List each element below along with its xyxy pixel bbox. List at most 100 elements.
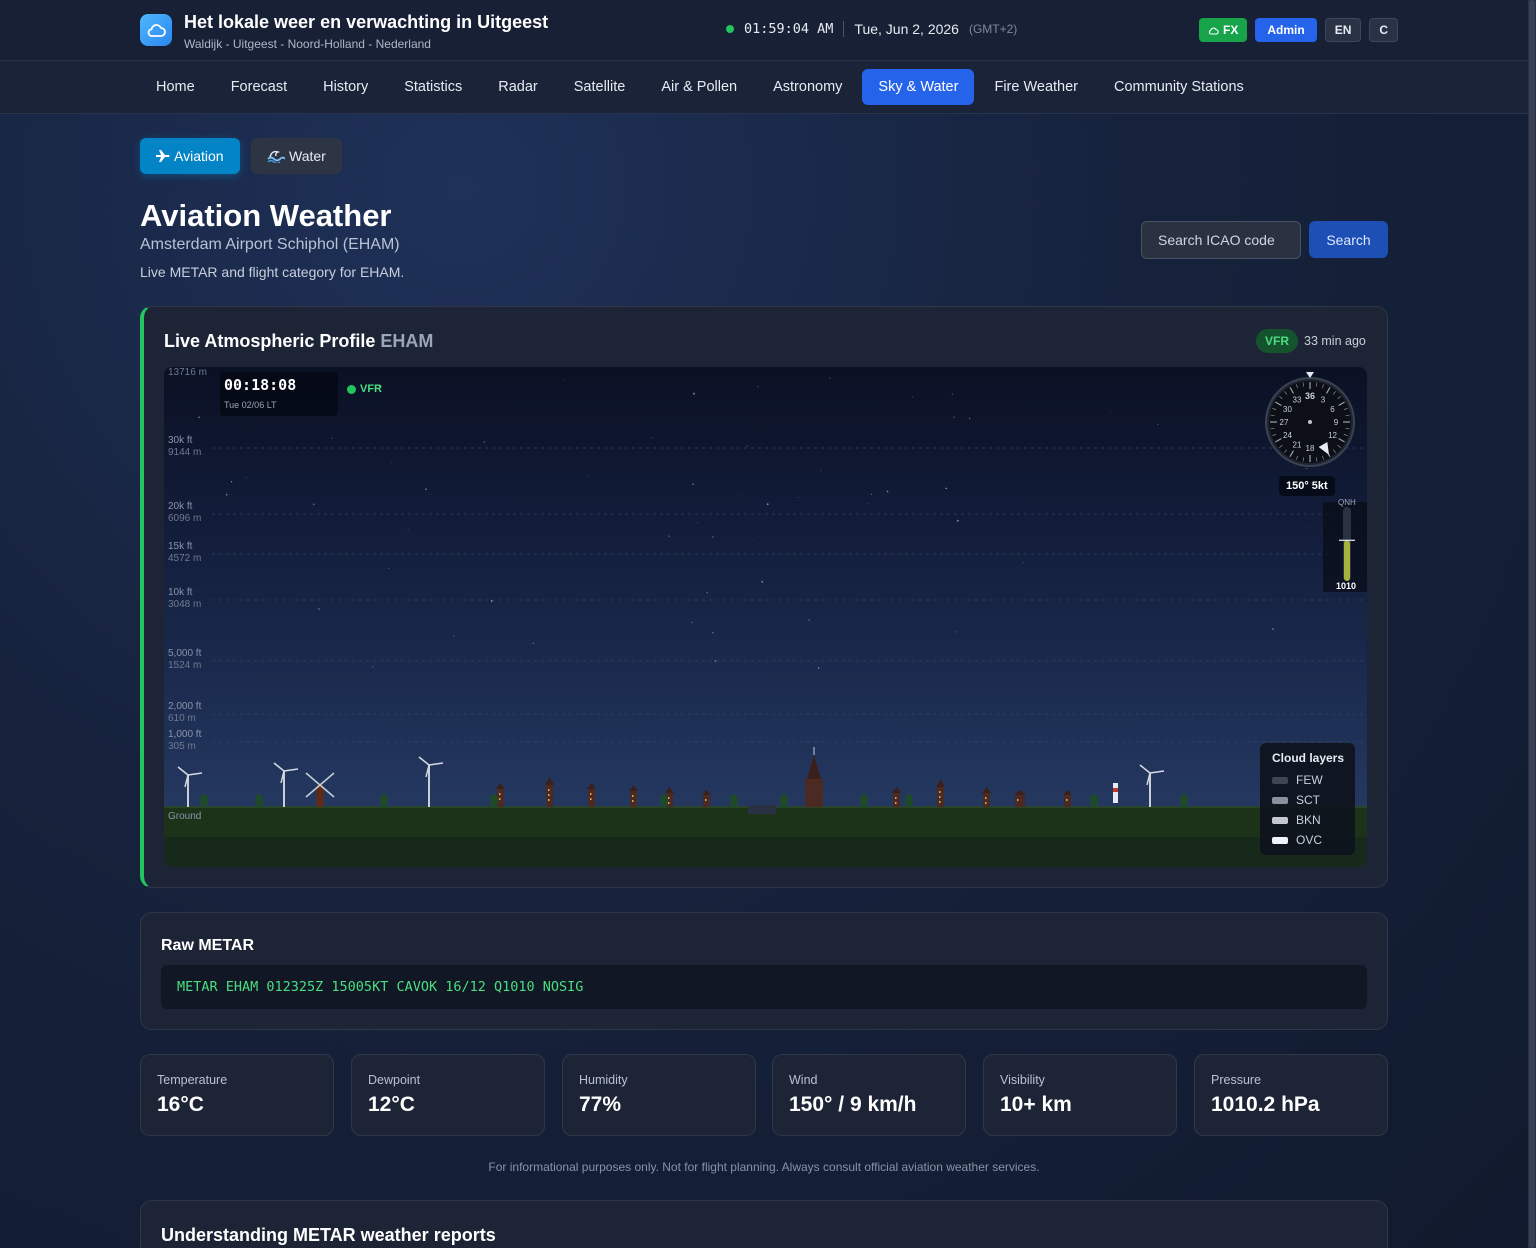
star <box>651 437 653 439</box>
star <box>808 619 811 622</box>
star <box>317 608 320 610</box>
star <box>668 535 670 537</box>
altitude-label: 10k ft 3048 m <box>168 587 201 611</box>
tree <box>860 794 868 808</box>
legend-label: FEW <box>1296 773 1323 787</box>
nav-item-history[interactable]: History <box>307 69 384 105</box>
icao-search-input[interactable] <box>1141 221 1301 259</box>
search-button[interactable]: Search <box>1309 221 1388 258</box>
legend-label: SCT <box>1296 793 1320 807</box>
star <box>453 635 455 637</box>
legend-item-sct: SCT <box>1272 790 1343 810</box>
altitude-m: 3048 m <box>168 599 202 610</box>
star <box>532 642 535 645</box>
star <box>692 483 694 485</box>
nav-item-sky-water[interactable]: Sky & Water <box>862 69 975 105</box>
star <box>1306 467 1308 470</box>
altitude-m: 1524 m <box>168 660 202 671</box>
star <box>1233 541 1235 542</box>
legend-swatch <box>1272 796 1288 804</box>
house <box>1014 790 1026 807</box>
tree <box>730 794 738 808</box>
star <box>1311 524 1313 526</box>
altitude-ft: 15k ft <box>168 541 193 552</box>
page-scrollbar[interactable] <box>1528 0 1536 1248</box>
house <box>545 777 554 807</box>
fx-button[interactable]: FX <box>1199 18 1248 42</box>
admin-button[interactable]: Admin <box>1255 18 1317 42</box>
profile-title-text: Live Atmospheric Profile <box>164 331 376 351</box>
star <box>697 522 698 524</box>
tree <box>1090 794 1098 808</box>
nav-item-satellite[interactable]: Satellite <box>558 69 642 105</box>
altitude-ft: 5,000 ft <box>168 648 202 659</box>
star <box>1157 423 1159 426</box>
altitude-m: 13716 m <box>168 367 207 378</box>
compass-label: 27 <box>1280 418 1289 427</box>
tab-aviation[interactable]: Aviation <box>140 138 240 174</box>
compass-label: 21 <box>1293 441 1302 450</box>
star <box>1272 628 1274 630</box>
stat-value: 77% <box>579 1093 622 1116</box>
wind-turbine <box>273 762 299 807</box>
cloud-icon <box>1208 27 1219 35</box>
star <box>331 437 333 439</box>
scene-flight-category: VFR <box>347 383 382 395</box>
tree <box>255 794 263 808</box>
nav-item-community-stations[interactable]: Community Stations <box>1098 69 1260 105</box>
wind-turbine <box>177 766 203 807</box>
ground-fade <box>164 837 1367 867</box>
stat-label: Pressure <box>1211 1073 1262 1087</box>
altitude-label: 2,000 ft 610 m <box>168 701 201 725</box>
stat-value: 12°C <box>368 1093 415 1116</box>
page-description: Live METAR and flight category for EHAM. <box>140 264 405 280</box>
main-nav: Home Forecast History Statistics Radar Satell… <box>0 61 1528 114</box>
compass-label: 30 <box>1283 405 1292 414</box>
cloud-logo-icon[interactable] <box>140 14 172 46</box>
star <box>1110 411 1112 413</box>
star <box>483 441 486 443</box>
star <box>563 378 564 380</box>
nav-item-home[interactable]: Home <box>140 69 211 105</box>
legend-item-bkn: BKN <box>1272 810 1343 830</box>
star <box>225 493 228 496</box>
compass-label: 18 <box>1306 444 1315 453</box>
altitude-gridlines <box>212 447 1367 743</box>
tab-water[interactable]: Water <box>251 138 342 174</box>
star <box>746 445 748 447</box>
site-header: Het lokale weer en verwachting in Uitgee… <box>0 0 1528 61</box>
altitude-m: 305 m <box>168 741 196 752</box>
tab-water-label: Water <box>289 148 326 164</box>
scrollbar-thumb[interactable] <box>1529 0 1535 1248</box>
star <box>757 386 759 388</box>
star <box>588 475 589 477</box>
legend-items: FEW SCT BKN OVC <box>1272 770 1343 850</box>
stat-label: Humidity <box>579 1073 628 1087</box>
tree <box>780 794 788 808</box>
star <box>951 393 954 395</box>
star <box>817 667 820 669</box>
nav-item-radar[interactable]: Radar <box>482 69 554 105</box>
altitude-label: 15k ft 4572 m <box>168 541 201 565</box>
house <box>702 790 711 807</box>
raw-metar-code[interactable]: METAR EHAM 012325Z 15005KT CAVOK 16/12 Q… <box>161 965 1367 1009</box>
tree <box>200 794 208 808</box>
scene-clock: 00:18:08 Tue 02/06 LT <box>220 372 338 416</box>
star <box>712 631 714 634</box>
nav-item-air-pollen[interactable]: Air & Pollen <box>645 69 753 105</box>
nav-item-fire-weather[interactable]: Fire Weather <box>978 69 1094 105</box>
nav-item-statistics[interactable]: Statistics <box>388 69 478 105</box>
airplane-icon <box>156 150 170 162</box>
star <box>945 487 948 490</box>
site-title[interactable]: Het lokale weer en verwachting in Uitgee… <box>184 12 548 33</box>
nav-item-forecast[interactable]: Forecast <box>215 69 303 105</box>
stat-label: Dewpoint <box>368 1073 421 1087</box>
language-button[interactable]: EN <box>1324 18 1362 42</box>
legend-swatch <box>1272 816 1288 824</box>
unit-toggle-button[interactable]: C <box>1369 18 1399 42</box>
airport-name: Amsterdam Airport Schiphol (EHAM) <box>140 236 400 253</box>
compass-label: 9 <box>1334 418 1339 427</box>
nav-item-astronomy[interactable]: Astronomy <box>757 69 858 105</box>
star <box>953 416 955 418</box>
star <box>691 621 693 624</box>
